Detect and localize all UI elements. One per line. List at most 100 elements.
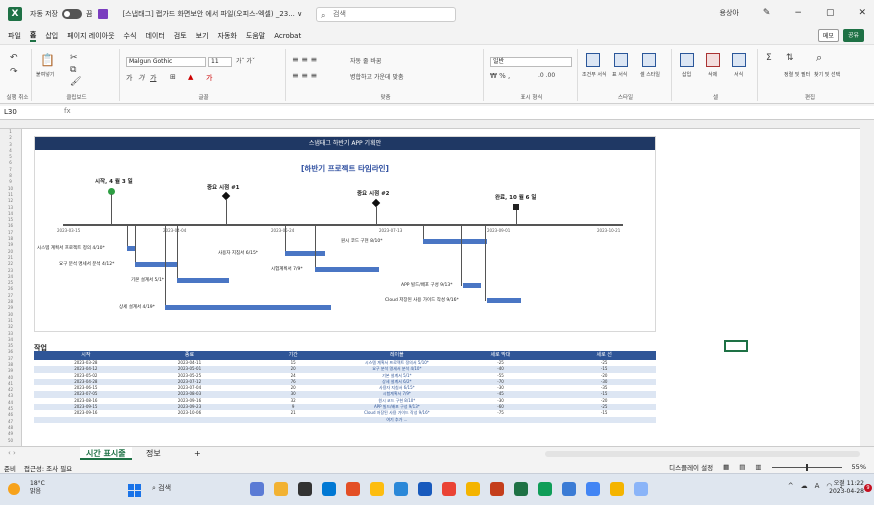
col-header-start[interactable]: 시작	[34, 351, 138, 360]
table-cell[interactable]	[34, 417, 138, 423]
minimize-icon[interactable]: −	[794, 8, 802, 18]
format-cells-label[interactable]: 서식	[734, 71, 743, 78]
table-cell[interactable]	[449, 417, 553, 423]
timeline-chart[interactable]: 스냅태그 하반기 APP 기획안 [하반기 프로젝트 타임라인] 시작, 4 월…	[34, 136, 656, 332]
notification-badge[interactable]: 9	[864, 484, 872, 492]
paste-label[interactable]: 붙여넣기	[36, 71, 54, 78]
sort-filter-label[interactable]: 정렬 및 필터	[784, 71, 810, 78]
menu-formulas[interactable]: 수식	[124, 31, 137, 41]
selected-cell[interactable]	[724, 340, 748, 352]
app-icon[interactable]	[274, 482, 288, 496]
bold-icon[interactable]: 가	[126, 73, 132, 83]
document-title[interactable]: [스냅태그] 랩가드 화면보안 에서 파일(오피스-엑셀) _23... ∨	[122, 9, 302, 19]
app-icon[interactable]	[250, 482, 264, 496]
app-icon[interactable]	[418, 482, 432, 496]
app-icon[interactable]	[370, 482, 384, 496]
col-header-duration[interactable]: 기간	[241, 351, 345, 360]
table-cell[interactable]	[138, 417, 242, 423]
font-icon[interactable]: A	[815, 482, 820, 490]
col-header-end[interactable]: 종료	[138, 351, 242, 360]
menu-data[interactable]: 데이터	[145, 31, 164, 41]
app-icon[interactable]	[562, 482, 576, 496]
menu-home[interactable]: 홈	[29, 30, 37, 42]
conditional-format-icon[interactable]	[586, 53, 600, 67]
delete-cells-label[interactable]: 삭제	[708, 71, 717, 78]
menu-review[interactable]: 검토	[174, 31, 187, 41]
close-icon[interactable]: ✕	[858, 8, 866, 18]
worksheet[interactable]: 스냅태그 하반기 APP 기획안 [하반기 프로젝트 타임라인] 시작, 4 월…	[22, 129, 860, 446]
page-layout-icon[interactable]: ▤	[739, 463, 745, 471]
cut-icon[interactable]: ✂	[70, 53, 78, 63]
fill-color-icon[interactable]: ▲	[188, 73, 193, 81]
autosave-toggle[interactable]	[62, 9, 82, 19]
sort-filter-icon[interactable]: ⇅	[786, 53, 794, 63]
col-header-line[interactable]: 세로 선	[552, 351, 656, 360]
format-painter-icon[interactable]: 🖌	[70, 77, 81, 87]
insert-cells-icon[interactable]	[680, 53, 694, 67]
cell-styles-label[interactable]: 셀 스타일	[640, 71, 660, 78]
menu-help[interactable]: 도움말	[246, 31, 265, 41]
menu-insert[interactable]: 삽입	[45, 31, 58, 41]
table-cell[interactable]	[241, 417, 345, 423]
app-icon[interactable]	[490, 482, 504, 496]
app-icon[interactable]	[346, 482, 360, 496]
memo-button[interactable]: 메모	[817, 29, 839, 42]
menu-view[interactable]: 보기	[196, 31, 209, 41]
display-settings[interactable]: 디스플레이 설정	[669, 462, 713, 472]
font-name-select[interactable]: Malgun Gothic	[126, 57, 206, 67]
font-size-select[interactable]: 11	[208, 57, 232, 67]
menu-automate[interactable]: 자동화	[218, 31, 237, 41]
cell-styles-icon[interactable]	[642, 53, 656, 67]
app-icon[interactable]	[394, 482, 408, 496]
merge-center-button[interactable]: 병합하고 가운데 맞춤	[350, 72, 404, 81]
align-left-icon[interactable]: ≡ ≡ ≡	[292, 71, 317, 80]
app-icon[interactable]	[538, 482, 552, 496]
task-table[interactable]: 시작 종료 기간 레이블 세로 막대 세로 선 2023-03-28 2023-0…	[34, 351, 656, 423]
grow-font-icon[interactable]: 가ˆ 가ˇ	[236, 56, 255, 65]
insert-cells-label[interactable]: 삽입	[682, 71, 691, 78]
weather-icon[interactable]	[8, 483, 20, 495]
save-icon[interactable]	[98, 9, 109, 19]
align-top-icon[interactable]: ≡ ≡ ≡	[292, 55, 317, 64]
format-table-icon[interactable]	[614, 53, 628, 67]
app-icon[interactable]	[586, 482, 600, 496]
undo-icon[interactable]: ↶	[10, 53, 18, 63]
name-box[interactable]: L30	[4, 108, 54, 118]
copy-icon[interactable]: ⧉	[70, 65, 76, 75]
windows-start-icon[interactable]	[128, 484, 141, 497]
zoom-level[interactable]: 55%	[852, 463, 866, 471]
col-header-bar[interactable]: 세로 막대	[449, 351, 553, 360]
format-cells-icon[interactable]	[732, 53, 746, 67]
fx-icon[interactable]: fx	[64, 107, 71, 115]
horizontal-scrollbar[interactable]	[545, 451, 860, 457]
app-icon[interactable]	[634, 482, 648, 496]
app-icon[interactable]	[322, 482, 336, 496]
sheet-nav-arrows[interactable]: ‹ ›	[8, 449, 16, 457]
table-row[interactable]: 여기 추가 ...	[34, 416, 656, 423]
cloud-icon[interactable]: ☁	[801, 482, 808, 490]
redo-icon[interactable]: ↷	[10, 67, 18, 77]
zoom-slider[interactable]	[771, 463, 842, 471]
border-icon[interactable]: ⊞	[170, 73, 176, 81]
title-search-input[interactable]: ⌕ 검색	[316, 7, 456, 22]
app-icon[interactable]	[514, 482, 528, 496]
vertical-scrollbar[interactable]	[860, 120, 874, 446]
conditional-format-label[interactable]: 조건부 서식	[582, 71, 607, 78]
pen-icon[interactable]: ✎	[763, 8, 771, 18]
sheet-tab-info[interactable]: 정보	[140, 447, 167, 460]
app-icon[interactable]	[442, 482, 456, 496]
app-icon[interactable]	[610, 482, 624, 496]
page-break-icon[interactable]: ▥	[755, 463, 761, 471]
weather-widget[interactable]: 18°C 맑음	[30, 480, 45, 496]
row-number[interactable]: 50	[0, 438, 21, 444]
find-select-icon[interactable]: ⌕	[816, 51, 822, 65]
chevron-up-icon[interactable]: ^	[788, 482, 794, 490]
decimal-icon[interactable]: .0 .00	[538, 72, 555, 79]
currency-icon[interactable]: ₩ % ,	[490, 72, 510, 80]
taskbar-search[interactable]: ⌕ 검색	[152, 483, 171, 493]
app-icon[interactable]	[298, 482, 312, 496]
normal-view-icon[interactable]: ▦	[723, 463, 729, 471]
menu-file[interactable]: 파일	[8, 31, 21, 41]
add-sheet-button[interactable]: +	[188, 447, 207, 460]
italic-icon[interactable]: 가	[138, 73, 144, 83]
